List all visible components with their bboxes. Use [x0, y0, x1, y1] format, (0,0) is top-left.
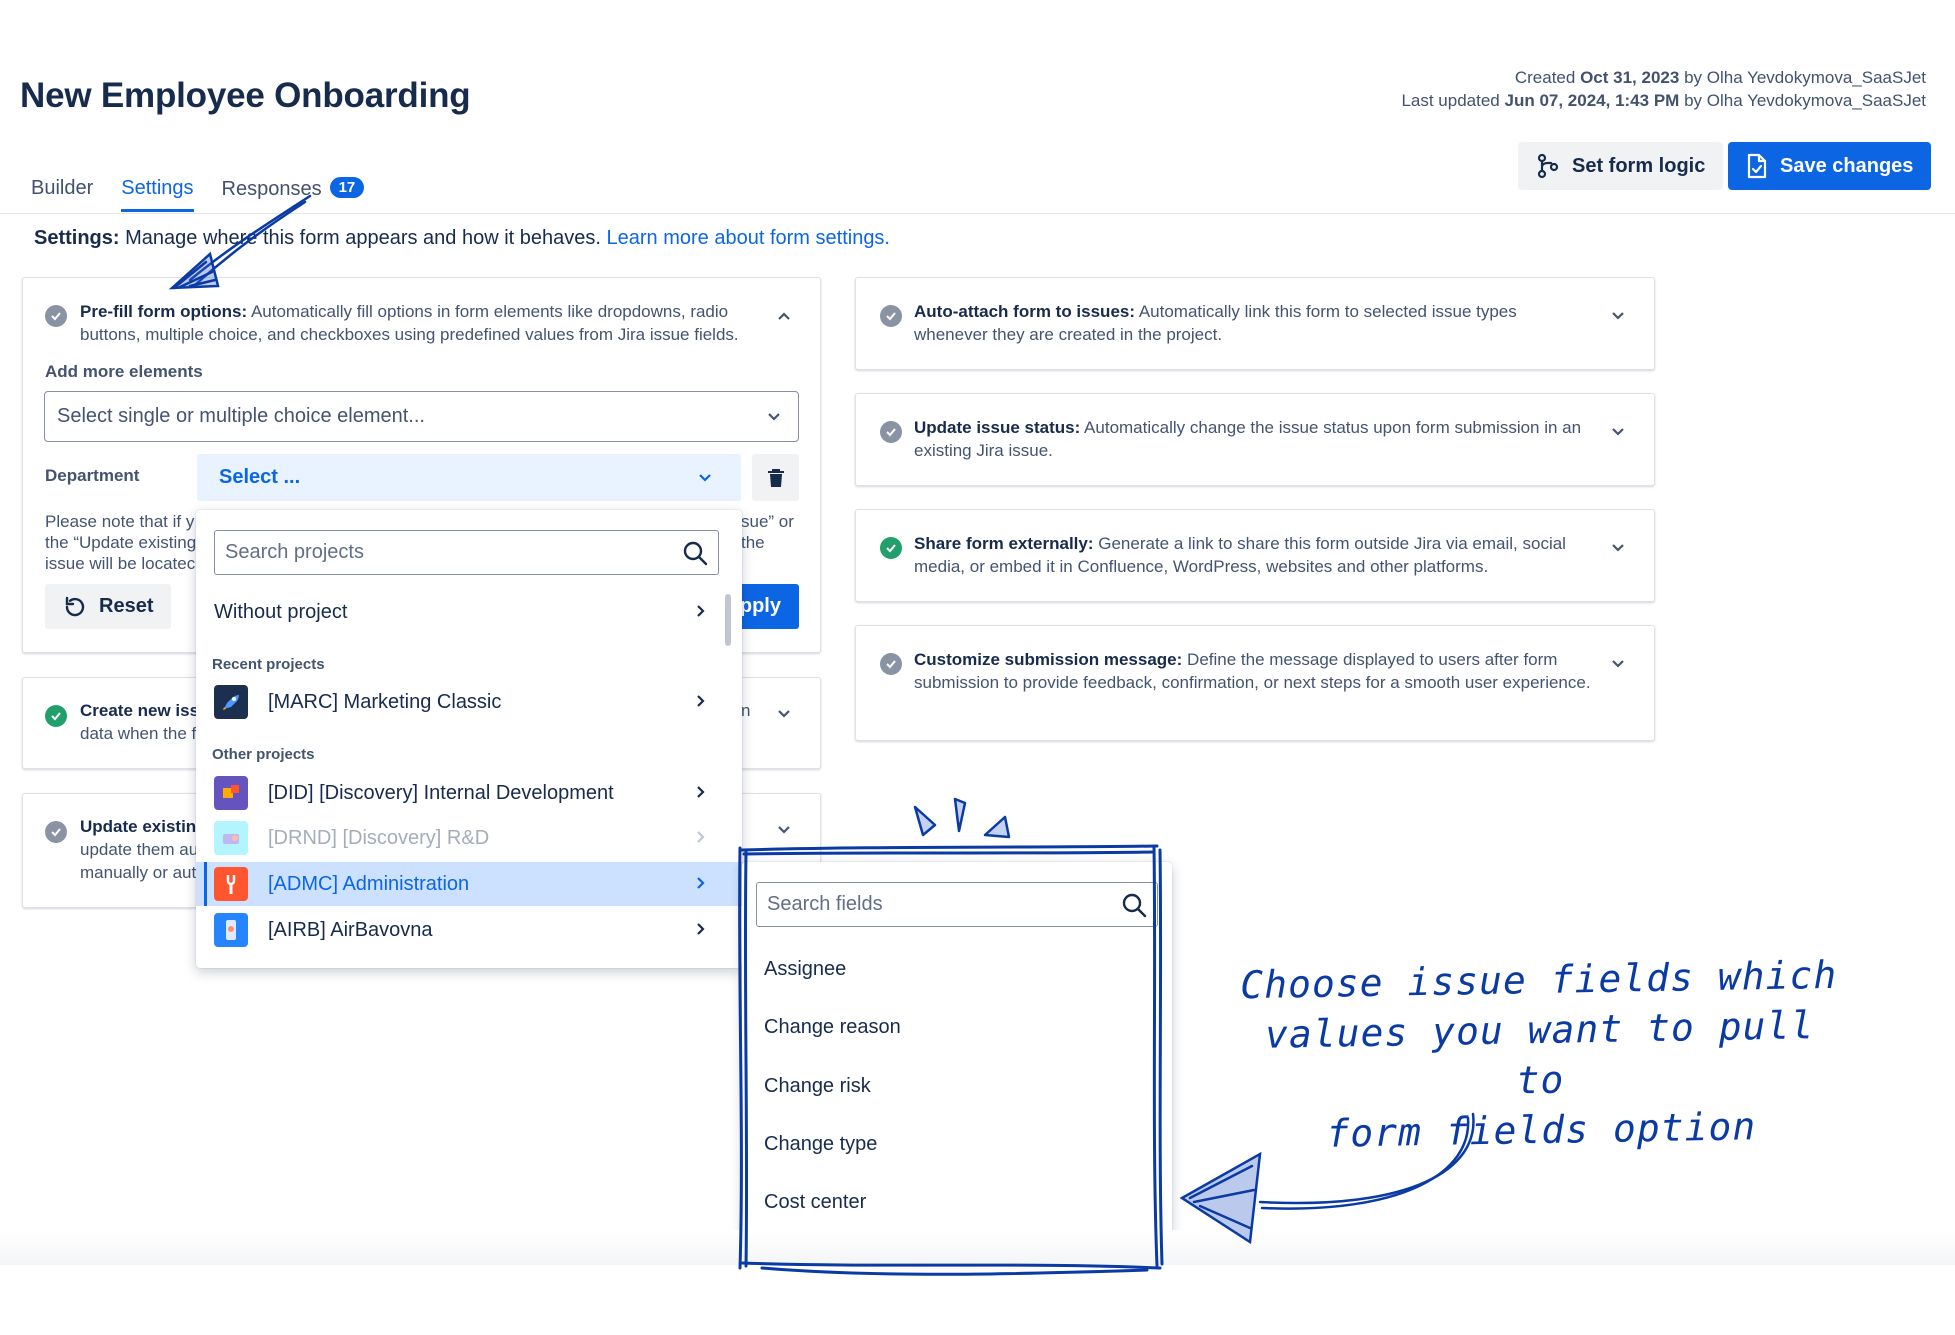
department-select-value: Select ... [219, 466, 301, 488]
created-info: Created Oct 31, 2023 by Olha Yevdokymova… [1514, 68, 1926, 87]
chevron-down-icon[interactable] [1610, 540, 1626, 556]
project-search-input[interactable]: Search projects [214, 530, 719, 575]
project-option-did[interactable]: [DID] [Discovery] Internal Development [196, 771, 742, 815]
project-avatar-icon [214, 776, 248, 810]
chevron-right-icon [697, 923, 705, 935]
element-select[interactable]: Select single or multiple choice element… [44, 391, 799, 442]
status-check-icon [45, 305, 67, 327]
trash-icon [767, 468, 784, 487]
chevron-right-icon [697, 695, 705, 707]
rocket-icon [214, 685, 248, 719]
form-metadata: Created Oct 31, 2023 by Olha Yevdokymova… [1401, 66, 1926, 112]
other-projects-heading: Other projects [212, 746, 315, 763]
phone-icon [214, 913, 248, 947]
chevron-right-icon [697, 831, 705, 843]
chevron-right-icon [697, 786, 705, 798]
updated-info: Last updated Jun 07, 2024, 1:43 PM by Ol… [1401, 91, 1926, 110]
note-text-right: sue” or the [741, 512, 794, 552]
submission-message-card[interactable]: Customize submission message: Define the… [855, 625, 1655, 741]
project-option-admc[interactable]: [ADMC] Administration [196, 862, 742, 906]
prefill-description: Pre-fill form options: Automatically fil… [80, 302, 739, 344]
status-check-icon [880, 653, 902, 675]
project-avatar-icon [214, 821, 248, 855]
reset-icon [65, 596, 85, 616]
project-option-airb[interactable]: [AIRB] AirBavovna [196, 908, 742, 952]
set-form-logic-label: Set form logic [1572, 154, 1706, 177]
page-title: New Employee Onboarding [20, 76, 471, 115]
department-select[interactable]: Select ... [197, 454, 741, 501]
status-check-icon [880, 421, 902, 443]
responses-count-badge: 17 [329, 177, 365, 198]
recent-projects-heading: Recent projects [212, 656, 325, 673]
status-check-icon [45, 821, 67, 843]
create-new-issue-text-right: n [741, 701, 751, 720]
share-externally-description: Share form externally: Generate a link t… [914, 534, 1566, 576]
chevron-down-icon[interactable] [1610, 656, 1626, 672]
annotation-text: Choose issue fields which values you wan… [1239, 952, 1838, 1156]
status-check-icon [880, 305, 902, 327]
create-new-issue-text: Create new issu data when the f [80, 701, 210, 743]
reset-label: Reset [99, 595, 154, 617]
chevron-down-icon [699, 474, 711, 482]
update-issue-status-card[interactable]: Update issue status: Automatically chang… [855, 393, 1655, 486]
chevron-up-icon[interactable] [776, 308, 792, 324]
delete-element-button[interactable] [752, 454, 799, 501]
search-icon [683, 541, 708, 565]
department-label: Department [45, 466, 140, 485]
learn-more-link[interactable]: Learn more about form settings. [607, 227, 890, 249]
chevron-down-icon[interactable] [776, 706, 792, 722]
annotation-frame-icon [738, 844, 1164, 1276]
share-externally-card[interactable]: Share form externally: Generate a link t… [855, 509, 1655, 602]
apply-label: pply [739, 595, 781, 617]
note-text-left: Please note that if y the “Update existin… [45, 512, 197, 573]
set-form-logic-button[interactable]: Set form logic [1518, 142, 1724, 190]
update-status-description: Update issue status: Automatically chang… [914, 418, 1582, 460]
without-project-option[interactable]: Without project [196, 590, 742, 634]
update-existing-issue-text: Update existing update them au manually or… [80, 817, 207, 882]
project-option-drnd: [DRND] [Discovery] R&D [196, 816, 742, 860]
add-elements-label: Add more elements [45, 362, 203, 381]
project-dropdown: Search projects Without project Recent p… [196, 510, 742, 968]
chevron-down-icon[interactable] [776, 822, 792, 838]
chevron-right-icon [697, 877, 705, 889]
chevron-right-icon [697, 605, 705, 617]
save-changes-label: Save changes [1780, 154, 1914, 177]
project-option-marc[interactable]: [MARC] Marketing Classic [196, 680, 742, 724]
chevron-down-icon[interactable] [1610, 308, 1626, 324]
chevron-down-icon [768, 413, 780, 421]
document-check-icon [1747, 153, 1767, 179]
status-check-icon [45, 705, 67, 727]
submission-message-description: Customize submission message: Define the… [914, 650, 1591, 692]
annotation-arrow-to-prefill-icon [168, 194, 312, 290]
auto-attach-description: Auto-attach form to issues: Automaticall… [914, 302, 1517, 344]
tab-builder[interactable]: Builder [22, 172, 102, 210]
wrench-icon [214, 867, 248, 901]
element-select-placeholder: Select single or multiple choice element… [57, 405, 425, 427]
reset-button[interactable]: Reset [45, 584, 172, 629]
status-check-icon [880, 537, 902, 559]
auto-attach-card[interactable]: Auto-attach form to issues: Automaticall… [855, 277, 1655, 370]
chevron-down-icon[interactable] [1610, 424, 1626, 440]
branch-icon [1537, 153, 1559, 179]
save-changes-button[interactable]: Save changes [1728, 142, 1932, 190]
project-search-placeholder: Search projects [225, 541, 364, 563]
